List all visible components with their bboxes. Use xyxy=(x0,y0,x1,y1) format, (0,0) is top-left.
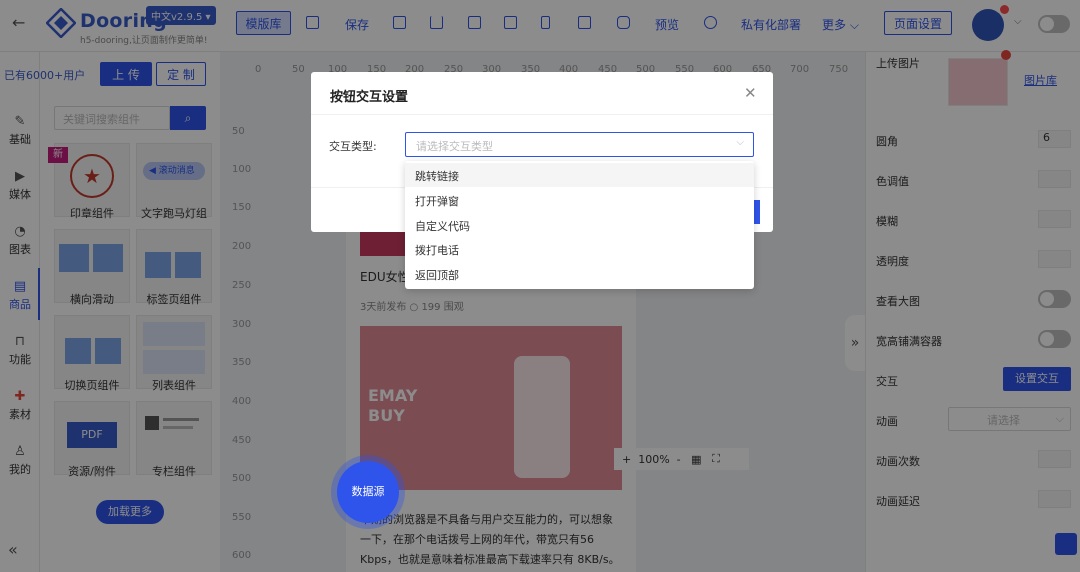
dropdown-option[interactable]: 返回顶部 xyxy=(405,262,754,286)
data-source-button[interactable]: 数据源 xyxy=(337,461,399,523)
dropdown-option[interactable]: 自定义代码 xyxy=(405,213,754,237)
modal-divider xyxy=(311,114,773,115)
interaction-type-label: 交互类型: xyxy=(329,140,377,153)
close-icon[interactable]: ✕ xyxy=(744,84,757,102)
dropdown-option[interactable]: 跳转链接 xyxy=(405,163,754,187)
select-placeholder: 请选择交互类型 xyxy=(416,140,493,153)
modal-title: 按钮交互设置 xyxy=(330,90,409,105)
interaction-type-select[interactable]: 请选择交互类型 ⌵ xyxy=(405,132,754,157)
chevron-down-icon: ⌵ xyxy=(736,137,744,148)
dropdown-option[interactable]: 打开弹窗 xyxy=(405,188,754,212)
dropdown-option[interactable]: 拨打电话 xyxy=(405,237,754,261)
interaction-type-dropdown: 跳转链接 打开弹窗 自定义代码 拨打电话 返回顶部 xyxy=(405,161,754,289)
